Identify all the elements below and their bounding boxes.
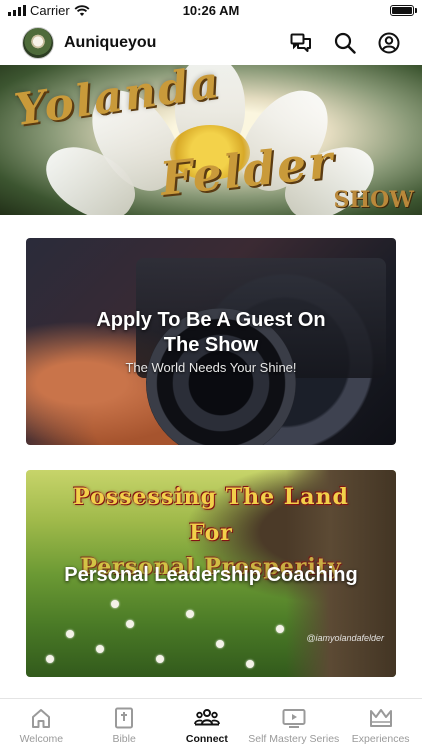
bible-icon — [115, 707, 134, 729]
crown-icon — [369, 709, 392, 727]
guest-application-card[interactable]: Apply To Be A Guest On The Show The Worl… — [26, 238, 396, 445]
flower-graphic — [111, 600, 119, 608]
tab-experiences[interactable]: Experiences — [339, 699, 422, 750]
flower-graphic — [246, 660, 254, 668]
tab-connect[interactable]: Connect — [166, 699, 249, 750]
leadership-coaching-card[interactable]: Possessing The Land For Personal Prosper… — [26, 470, 396, 677]
status-time: 10:26 AM — [182, 3, 240, 18]
tab-welcome[interactable]: Welcome — [0, 699, 83, 750]
flower-graphic — [66, 630, 74, 638]
app-title: Auniqueyou — [64, 34, 157, 51]
tab-self-mastery-series[interactable]: Self Mastery Series — [248, 699, 339, 750]
home-icon — [32, 709, 51, 728]
chat-icon[interactable] — [290, 33, 312, 53]
flower-graphic — [46, 655, 54, 663]
flower-graphic — [126, 620, 134, 628]
search-icon[interactable] — [334, 32, 356, 54]
profile-icon[interactable] — [378, 32, 400, 54]
tab-bible[interactable]: Bible — [83, 699, 166, 750]
hero-banner[interactable]: Yolanda Felder SHOW — [0, 65, 422, 215]
card-title: Personal Leadership Coaching — [64, 564, 358, 586]
tab-label: Welcome — [19, 733, 64, 745]
flower-graphic — [156, 655, 164, 663]
graphic-heading-line1: Possessing The Land — [73, 484, 349, 510]
bottom-tab-bar: Welcome Bible Connect Self Mastery Serie… — [0, 698, 422, 750]
header-actions — [290, 32, 400, 54]
card-subtitle: The World Needs Your Shine! — [125, 360, 297, 375]
tab-label: Bible — [112, 733, 136, 745]
status-bar: Carrier 10:26 AM — [0, 0, 422, 22]
hero-show-label: SHOW — [333, 187, 414, 213]
video-icon — [282, 709, 306, 728]
app-header: Auniqueyou — [0, 22, 422, 64]
group-icon — [193, 709, 220, 726]
card-title: Apply To Be A Guest On The Show — [96, 309, 326, 356]
watermark-handle: @iamyolandafelder — [306, 633, 384, 643]
tab-label: Connect — [185, 733, 228, 745]
flower-graphic — [96, 645, 104, 653]
battery-icon — [390, 5, 417, 16]
graphic-heading-line2: For — [189, 520, 233, 546]
app-avatar[interactable] — [22, 27, 54, 59]
flower-graphic — [216, 640, 224, 648]
flower-graphic — [276, 625, 284, 633]
tab-label: Self Mastery Series — [248, 733, 340, 745]
flower-graphic — [186, 610, 194, 618]
tab-label: Experiences — [351, 733, 410, 745]
